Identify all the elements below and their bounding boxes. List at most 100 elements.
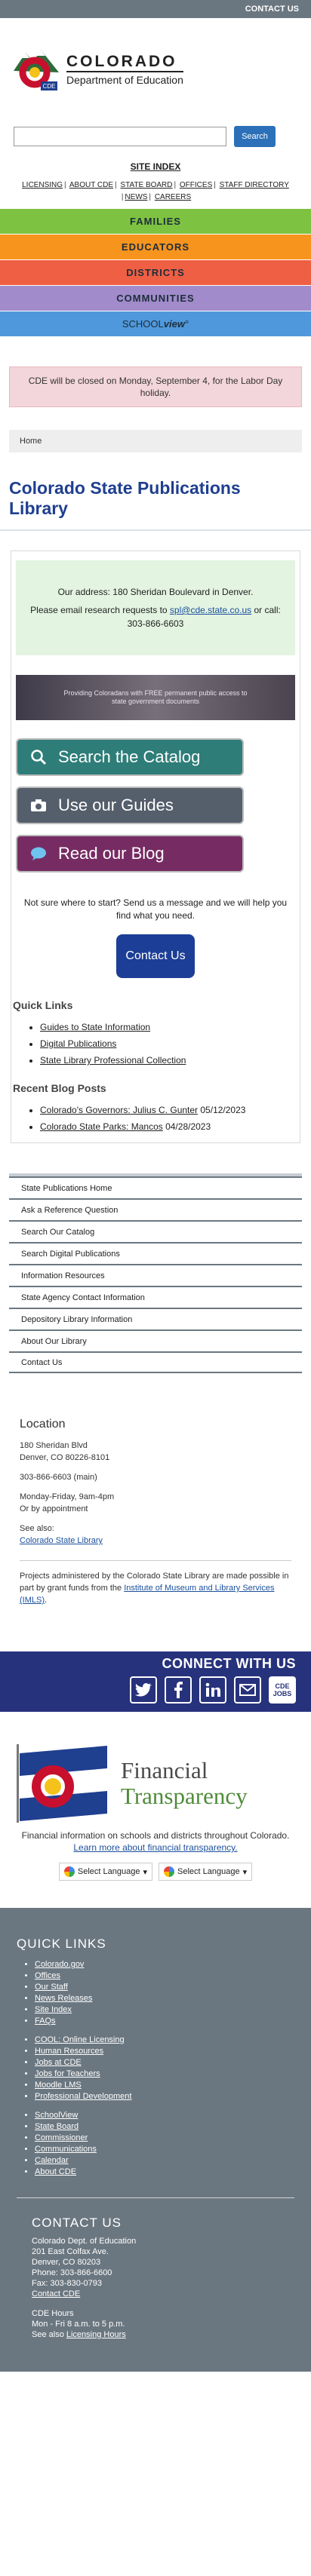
cde-jobs-icon[interactable]: CDE JOBS [269, 1676, 296, 1704]
footer-links-group-2: COOL: Online Licensing Human Resources J… [35, 2035, 294, 2102]
language-select[interactable]: Select Language ▾ [159, 1863, 253, 1881]
util-nav-about-cde[interactable]: ABOUT CDE [69, 181, 113, 189]
footer-contact-link[interactable]: Contact CDE [32, 2289, 80, 2298]
list-item: Commissioner [35, 2133, 294, 2144]
search-button[interactable]: Search [234, 126, 276, 147]
breadcrumb-home[interactable]: Home [20, 437, 42, 446]
footer-link[interactable]: Jobs for Teachers [35, 2069, 100, 2078]
sidenav-item-agency-contacts[interactable]: State Agency Contact Information [9, 1286, 302, 1308]
blog-post-link[interactable]: Colorado's Governors: Julius C. Gunter [40, 1105, 198, 1115]
email-link[interactable]: spl@cde.state.co.us [170, 605, 251, 615]
main-content: Our address: 180 Sheridan Boulevard in D… [11, 550, 300, 1143]
location-heading: Location [20, 1418, 66, 1431]
util-nav-staff-directory[interactable]: STAFF DIRECTORY [220, 181, 289, 189]
search-catalog-button[interactable]: Search the Catalog [16, 738, 244, 776]
footer-link[interactable]: Professional Development [35, 2092, 131, 2101]
contact-us-button[interactable]: Contact Us [116, 934, 195, 978]
page-title: Colorado State Publications Library [9, 478, 241, 518]
quick-link-guides[interactable]: Guides to State Information [40, 1022, 150, 1032]
footer-link[interactable]: Calendar [35, 2156, 69, 2165]
facebook-icon[interactable] [165, 1676, 192, 1704]
sidenav-item-depository-info[interactable]: Depository Library Information [9, 1308, 302, 1329]
email-line: Please email research requests to spl@cd… [16, 603, 295, 630]
footer-divider [17, 2197, 294, 2198]
sidenav-item-reference-question[interactable]: Ask a Reference Question [9, 1198, 302, 1220]
blog-post-date: 04/28/2023 [162, 1121, 211, 1132]
state-library-link[interactable]: Colorado State Library [20, 1536, 103, 1545]
email-icon[interactable] [234, 1676, 261, 1704]
blog-post-link[interactable]: Colorado State Parks: Mancos [40, 1121, 163, 1132]
footer-link[interactable]: Offices [35, 1971, 60, 1980]
footer-link[interactable]: State Board [35, 2122, 79, 2131]
nav-band-communities[interactable]: COMMUNITIES [0, 285, 311, 311]
google-icon [164, 1866, 174, 1877]
twitter-icon[interactable] [130, 1676, 157, 1704]
quick-links-heading: Quick Links [13, 999, 73, 1011]
list-item: SchoolView [35, 2110, 294, 2121]
footer-link[interactable]: Site Index [35, 2005, 72, 2014]
footer-link[interactable]: Moodle LMS [35, 2081, 82, 2090]
chevron-down-icon: ▾ [242, 1867, 248, 1877]
util-nav-news[interactable]: NEWS [125, 193, 147, 201]
financial-title-line1: Financial [121, 1757, 208, 1783]
footer-link[interactable]: News Releases [35, 1994, 92, 2003]
site-index-link[interactable]: SITE INDEX [131, 161, 181, 172]
footer-link[interactable]: COOL: Online Licensing [35, 2035, 125, 2044]
sidenav-item-about-library[interactable]: About Our Library [9, 1329, 302, 1351]
sidenav-item-search-catalog[interactable]: Search Our Catalog [9, 1220, 302, 1242]
site-index: SITE INDEX [0, 161, 311, 172]
footer-link[interactable]: Human Resources [35, 2047, 103, 2056]
footer-link[interactable]: SchoolView [35, 2111, 78, 2120]
title-divider [0, 529, 311, 531]
footer-hours-title: CDE Hours [32, 2309, 74, 2318]
list-item: Colorado.gov [35, 1959, 294, 1970]
google-icon [63, 1866, 75, 1877]
quick-link-digital-publications[interactable]: Digital Publications [40, 1038, 116, 1049]
footer-link[interactable]: Our Staff [35, 1983, 68, 1992]
list-item: FAQs [35, 2016, 294, 2027]
location-section: Location 180 Sheridan Blvd Denver, CO 80… [20, 1418, 291, 1606]
section-nav: State Publications Home Ask a Reference … [0, 1173, 311, 1373]
nav-band-schoolview[interactable]: SCHOOL view ° [0, 311, 311, 336]
list-item: Human Resources [35, 2046, 294, 2057]
connect-with-us: CONNECT WITH US CDE JOBS [0, 1651, 311, 1712]
footer-link[interactable]: About CDE [35, 2167, 76, 2176]
search-input[interactable] [14, 127, 226, 146]
nav-band-districts[interactable]: DISTRICTS [0, 259, 311, 285]
logo-badge-text: CDE [43, 83, 56, 90]
footer-link[interactable]: FAQs [35, 2016, 56, 2026]
linkedin-icon[interactable] [199, 1676, 226, 1704]
licensing-hours-link[interactable]: Licensing Hours [66, 2330, 126, 2339]
sidenav-item-contact-us[interactable]: Contact Us [9, 1351, 302, 1373]
quick-link-professional-collection[interactable]: State Library Professional Collection [40, 1055, 186, 1066]
footer-link[interactable]: Commissioner [35, 2133, 88, 2142]
financial-transparency-banner[interactable]: Financial Transparency [0, 1742, 311, 1825]
footer-link[interactable]: Communications [35, 2145, 97, 2154]
read-blog-button[interactable]: Read our Blog [16, 835, 244, 872]
cde-logo-icon[interactable]: CDE [12, 42, 60, 97]
footer-link[interactable]: Colorado.gov [35, 1960, 84, 1969]
sidenav-item-digital-publications[interactable]: Search Digital Publications [9, 1242, 302, 1264]
search-bar: Search [0, 124, 311, 149]
footer-link[interactable]: Jobs at CDE [35, 2058, 82, 2067]
site-footer: QUICK LINKS Colorado.gov Offices Our Sta… [0, 1908, 311, 2372]
sidenav-item-home[interactable]: State Publications Home [9, 1176, 302, 1198]
use-guides-button[interactable]: Use our Guides [16, 787, 244, 824]
nav-band-educators[interactable]: EDUCATORS [0, 234, 311, 259]
sidenav-item-information-resources[interactable]: Information Resources [9, 1264, 302, 1286]
chat-bubble-icon [29, 845, 48, 863]
util-nav-licensing[interactable]: LICENSING [22, 181, 63, 189]
util-nav-careers[interactable]: CAREERS [155, 193, 191, 201]
footer-phone: Phone: 303-866-6600 [32, 2268, 112, 2277]
blog-post-date: 05/12/2023 [198, 1105, 246, 1115]
nav-band-families[interactable]: FAMILIES [0, 208, 311, 234]
list-item: Calendar [35, 2155, 294, 2167]
brand-department: Department of Education [66, 71, 183, 86]
util-nav-offices[interactable]: OFFICES [180, 181, 212, 189]
top-contact-us-link[interactable]: CONTACT US [245, 5, 299, 14]
footer-city: Denver, CO 80203 [32, 2258, 101, 2267]
financial-learn-more-link[interactable]: Learn more about financial transparency. [73, 1842, 237, 1853]
util-nav-state-board[interactable]: STATE BOARD [120, 181, 172, 189]
schoolview-mark-icon: ° [184, 318, 189, 330]
language-select[interactable]: Select Language ▾ [58, 1863, 152, 1881]
